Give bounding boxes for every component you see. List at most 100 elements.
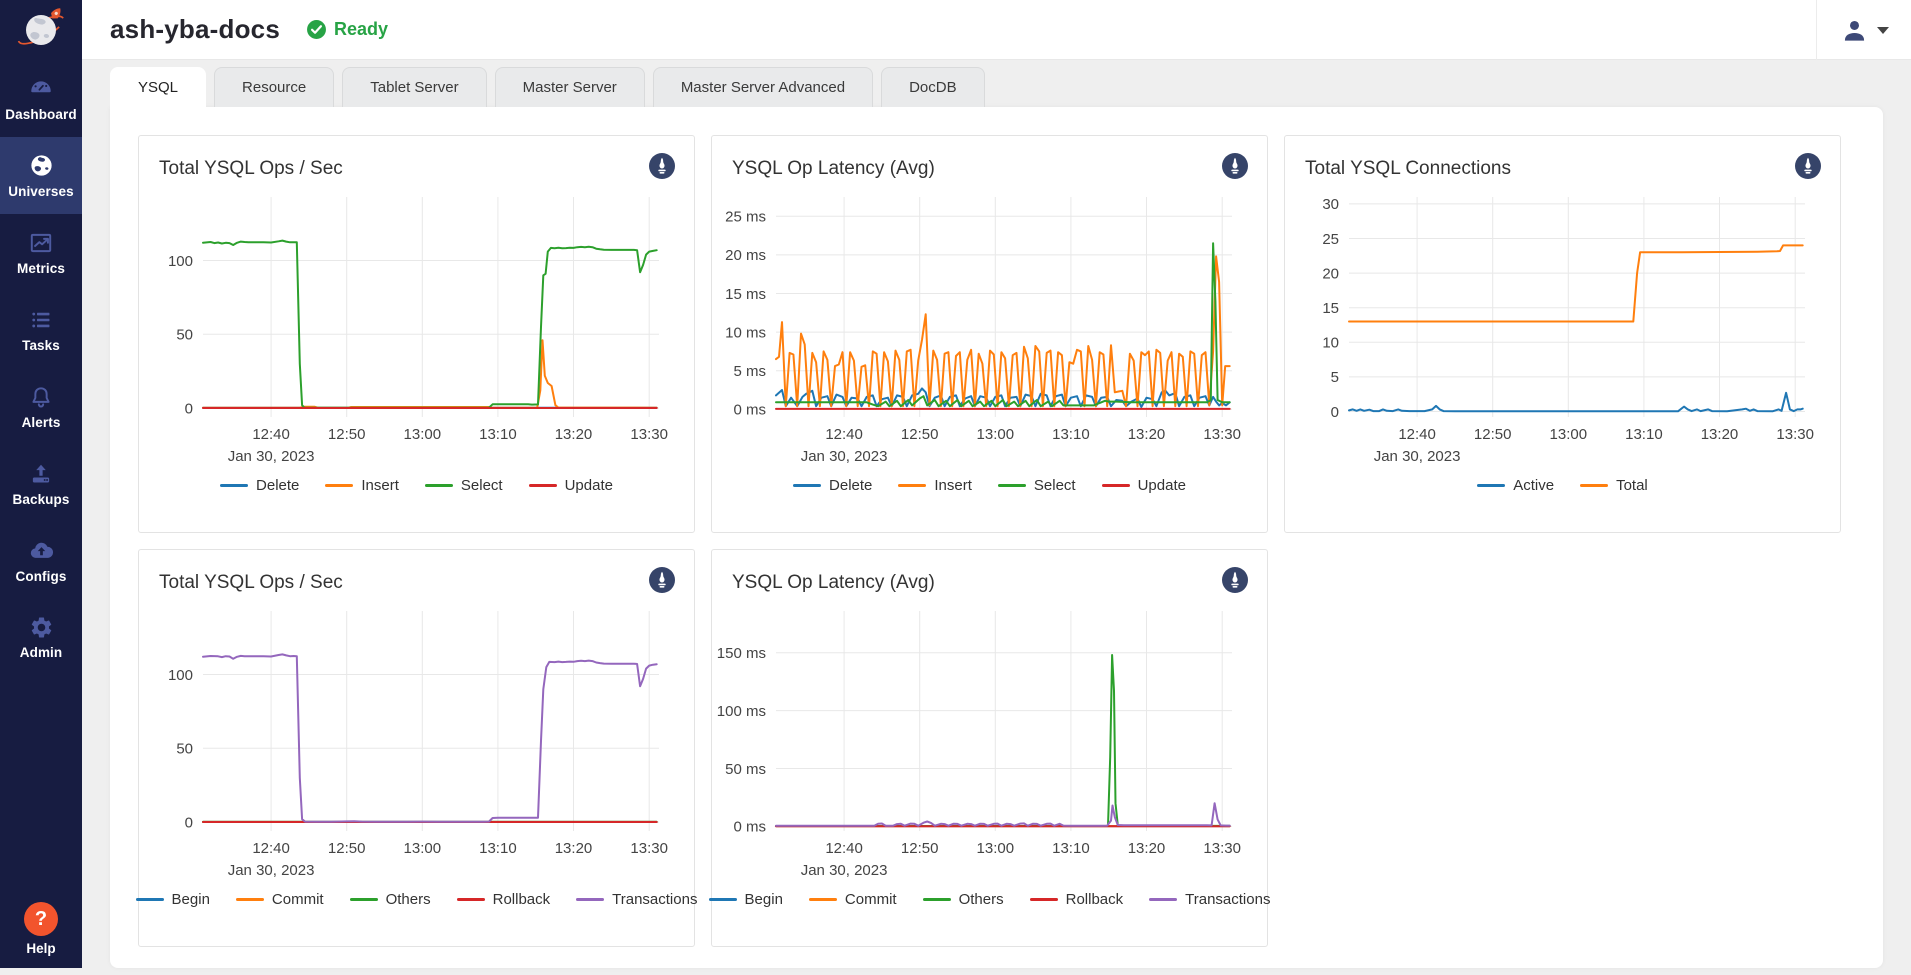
line-chart[interactable]: 05101520253012:40Jan 30, 202312:5013:001… [1285, 187, 1840, 475]
sidebar-item-configs[interactable]: Configs [0, 522, 82, 599]
legend-label: Insert [934, 477, 972, 494]
line-chart[interactable]: 05010012:40Jan 30, 202312:5013:0013:1013… [139, 187, 694, 475]
svg-text:50: 50 [176, 327, 193, 344]
legend-item[interactable]: Total [1580, 477, 1648, 494]
legend-item[interactable]: Commit [236, 891, 324, 908]
sidebar-item-metrics[interactable]: Metrics [0, 214, 82, 291]
legend-item[interactable]: Select [998, 477, 1076, 494]
legend-label: Commit [272, 891, 324, 908]
sidebar-item-label: Configs [16, 569, 67, 584]
prometheus-link-icon[interactable] [648, 152, 676, 185]
svg-text:12:40: 12:40 [252, 840, 290, 857]
chart-legend: Active Total [1285, 477, 1840, 494]
tab-bar: YSQL Resource Tablet Server Master Serve… [110, 67, 1883, 107]
legend-swatch [576, 898, 604, 901]
content-area: YSQL Resource Tablet Server Master Serve… [82, 67, 1911, 975]
svg-text:13:20: 13:20 [555, 426, 593, 443]
svg-text:15: 15 [1322, 300, 1339, 317]
tab-tablet-server[interactable]: Tablet Server [342, 67, 486, 107]
sidebar-item-backups[interactable]: Backups [0, 445, 82, 522]
legend-item[interactable]: Active [1477, 477, 1554, 494]
svg-text:100: 100 [168, 253, 193, 270]
chart-title: Total YSQL Ops / Sec [159, 572, 343, 594]
legend-swatch [793, 484, 821, 487]
legend-swatch [998, 484, 1026, 487]
prometheus-link-icon[interactable] [648, 566, 676, 599]
legend-item[interactable]: Begin [709, 891, 783, 908]
svg-text:13:00: 13:00 [404, 426, 442, 443]
tab-master-server[interactable]: Master Server [495, 67, 645, 107]
legend-item[interactable]: Transactions [1149, 891, 1270, 908]
sidebar-item-label: Tasks [22, 338, 60, 353]
prometheus-link-icon[interactable] [1221, 152, 1249, 185]
svg-text:Jan 30, 2023: Jan 30, 2023 [1374, 448, 1461, 465]
legend-swatch [1580, 484, 1608, 487]
chart-legend: Delete Insert Select Update [712, 477, 1267, 494]
tab-resource[interactable]: Resource [214, 67, 334, 107]
legend-swatch [809, 898, 837, 901]
svg-text:15 ms: 15 ms [725, 286, 766, 303]
legend-label: Others [386, 891, 431, 908]
sidebar-item-label: Admin [20, 645, 63, 660]
legend-item[interactable]: Rollback [457, 891, 551, 908]
chart-title: Total YSQL Ops / Sec [159, 158, 343, 180]
line-chart[interactable]: 0 ms50 ms100 ms150 ms12:40Jan 30, 202312… [712, 601, 1267, 889]
legend-item[interactable]: Select [425, 477, 503, 494]
dashboard-gauge-icon [28, 76, 54, 102]
legend-swatch [457, 898, 485, 901]
legend-label: Delete [256, 477, 299, 494]
tab-docdb[interactable]: DocDB [881, 67, 985, 107]
sidebar-item-label: Metrics [17, 261, 65, 276]
chart-legend: Begin Commit Others Rollback Transactions [139, 891, 694, 908]
legend-item[interactable]: Delete [220, 477, 299, 494]
legend-item[interactable]: Commit [809, 891, 897, 908]
legend-item[interactable]: Others [923, 891, 1004, 908]
prometheus-link-icon[interactable] [1794, 152, 1822, 185]
user-menu[interactable] [1816, 0, 1911, 60]
legend-label: Transactions [612, 891, 697, 908]
legend-label: Transactions [1185, 891, 1270, 908]
tab-master-server-advanced[interactable]: Master Server Advanced [653, 67, 873, 107]
legend-item[interactable]: Insert [898, 477, 972, 494]
backups-upload-icon [28, 461, 54, 487]
legend-item[interactable]: Update [1102, 477, 1186, 494]
svg-text:13:00: 13:00 [977, 426, 1015, 443]
tasks-list-icon [28, 307, 54, 333]
sidebar-item-universes[interactable]: Universes [0, 137, 82, 214]
legend-item[interactable]: Transactions [576, 891, 697, 908]
chart-legend: Delete Insert Select Update [139, 477, 694, 494]
chart-legend: Begin Commit Others Rollback Transactions [712, 891, 1267, 908]
legend-item[interactable]: Begin [136, 891, 210, 908]
sidebar-item-tasks[interactable]: Tasks [0, 291, 82, 368]
svg-text:25 ms: 25 ms [725, 209, 766, 226]
chevron-down-icon [1877, 27, 1889, 34]
legend-item[interactable]: Insert [325, 477, 399, 494]
legend-label: Update [565, 477, 613, 494]
sidebar-nav: Dashboard Universes Metrics [0, 60, 82, 676]
svg-text:100: 100 [168, 667, 193, 684]
sidebar-item-alerts[interactable]: Alerts [0, 368, 82, 445]
svg-text:0: 0 [185, 814, 193, 831]
line-chart[interactable]: 05010012:40Jan 30, 202312:5013:0013:1013… [139, 601, 694, 889]
universe-globe-icon [28, 152, 55, 179]
svg-text:12:40: 12:40 [1398, 426, 1436, 443]
sidebar-item-label: Help [26, 941, 55, 956]
legend-swatch [923, 898, 951, 901]
svg-text:12:50: 12:50 [328, 426, 366, 443]
svg-text:13:00: 13:00 [404, 840, 442, 857]
legend-item[interactable]: Others [350, 891, 431, 908]
prometheus-link-icon[interactable] [1221, 566, 1249, 599]
legend-swatch [709, 898, 737, 901]
legend-item[interactable]: Rollback [1030, 891, 1124, 908]
sidebar-item-admin[interactable]: Admin [0, 599, 82, 676]
app-logo[interactable] [0, 0, 82, 60]
sidebar-item-dashboard[interactable]: Dashboard [0, 60, 82, 137]
legend-item[interactable]: Delete [793, 477, 872, 494]
sidebar-item-label: Backups [13, 492, 70, 507]
legend-item[interactable]: Update [529, 477, 613, 494]
line-chart[interactable]: 0 ms5 ms10 ms15 ms20 ms25 ms12:40Jan 30,… [712, 187, 1267, 475]
sidebar-item-help[interactable]: ? Help [0, 902, 82, 956]
svg-text:13:20: 13:20 [1128, 426, 1166, 443]
tab-ysql[interactable]: YSQL [110, 67, 206, 107]
svg-text:13:10: 13:10 [1052, 426, 1090, 443]
